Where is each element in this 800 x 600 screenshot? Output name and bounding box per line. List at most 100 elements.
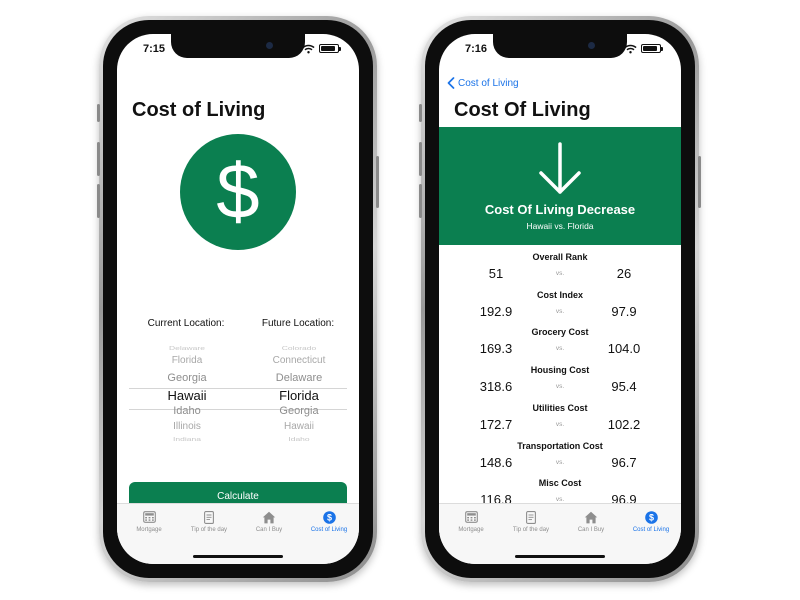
house-icon xyxy=(561,510,621,524)
battery-icon xyxy=(319,44,341,53)
picker-item[interactable]: Connecticut xyxy=(239,355,359,366)
future-location-label: Future Location: xyxy=(261,318,335,329)
tab-mortgage[interactable]: Mortgage xyxy=(441,510,501,533)
stat-future-value: 95.4 xyxy=(611,379,637,395)
stat-vs-label: vs. xyxy=(555,345,565,353)
stat-current-value: 192.9 xyxy=(479,303,513,319)
stat-current-value: 51 xyxy=(488,266,504,281)
bezel: 7:16 Cost of Living Cost Of Living Cost … xyxy=(425,20,695,578)
current-location-picker[interactable]: Delaware Florida Georgia Hawaii Idaho Illinoi… xyxy=(127,342,247,450)
house-icon xyxy=(239,510,299,524)
tab-can-i-buy[interactable]: Can I Buy xyxy=(561,510,621,533)
svg-text:$: $ xyxy=(648,512,653,522)
tab-tip-of-the-day[interactable]: Tip of the day xyxy=(501,510,561,533)
volume-down-button xyxy=(419,184,422,218)
tab-can-i-buy[interactable]: Can I Buy xyxy=(239,510,299,533)
phone-frame-right: 7:16 Cost of Living Cost Of Living Cost … xyxy=(419,16,701,582)
picker-item[interactable]: Idaho xyxy=(127,405,247,417)
current-location-label: Current Location: xyxy=(147,318,225,329)
tab-cost-of-living[interactable]: $ Cost of Living xyxy=(299,510,359,533)
volume-up-button xyxy=(97,142,100,176)
stat-label: Transportation Cost xyxy=(517,440,603,451)
stat-row: 169.3 vs. 104.0 xyxy=(439,341,681,357)
tab-label: Mortgage xyxy=(136,527,162,533)
tab-tip-of-the-day[interactable]: Tip of the day xyxy=(179,510,239,533)
tab-label: Tip of the day xyxy=(190,527,228,533)
tab-label: Can I Buy xyxy=(255,527,283,533)
back-button[interactable]: Cost of Living xyxy=(447,77,519,89)
camera-icon xyxy=(266,42,273,49)
future-location-picker[interactable]: Colorado Connecticut Delaware Florida Georgi… xyxy=(239,342,359,450)
stat-current-value: 148.6 xyxy=(479,454,513,470)
stat-row: 172.7 vs. 102.2 xyxy=(439,417,681,433)
power-button xyxy=(376,156,379,208)
status-time: 7:16 xyxy=(465,43,488,55)
picker-item-selected[interactable]: Hawaii xyxy=(127,388,247,403)
picker-item[interactable]: Colorado xyxy=(239,345,359,351)
stat-row: 192.9 vs. 97.9 xyxy=(439,304,681,320)
stat-label: Grocery Cost xyxy=(531,327,589,338)
document-icon xyxy=(501,510,561,524)
tab-label: Cost of Living xyxy=(632,527,670,533)
stat-vs-label: vs. xyxy=(555,383,565,391)
mute-switch xyxy=(97,104,100,122)
screen-cost-of-living-calculator: 7:15 Cost of Living $ Current Location: … xyxy=(117,34,359,564)
volume-up-button xyxy=(419,142,422,176)
stat-label: Misc Cost xyxy=(538,478,582,489)
stat-future-value: 97.9 xyxy=(611,303,637,319)
status-time: 7:15 xyxy=(143,43,166,55)
stat-future-value: 102.2 xyxy=(607,416,641,432)
status-icons xyxy=(302,43,341,54)
bezel: 7:15 Cost of Living $ Current Location: … xyxy=(103,20,373,578)
stat-vs-label: vs. xyxy=(555,420,565,428)
tab-mortgage[interactable]: Mortgage xyxy=(119,510,179,533)
svg-text:$: $ xyxy=(326,512,331,522)
tab-label: Can I Buy xyxy=(577,527,605,533)
picker-item[interactable]: Idaho xyxy=(239,436,359,442)
stat-future-value: 104.0 xyxy=(607,341,641,357)
battery-icon xyxy=(641,44,663,53)
tab-label: Cost of Living xyxy=(310,527,348,533)
picker-item[interactable]: Illinois xyxy=(127,421,247,432)
document-icon xyxy=(179,510,239,524)
home-indicator[interactable] xyxy=(193,555,283,558)
banner-title: Cost Of Living Decrease xyxy=(484,202,636,217)
dollar-icon: $ xyxy=(621,510,681,524)
svg-text:$: $ xyxy=(216,152,259,232)
picker-item[interactable]: Indiana xyxy=(127,436,247,442)
stat-label: Housing Cost xyxy=(530,365,590,376)
power-button xyxy=(698,156,701,208)
arrow-down-icon xyxy=(539,142,581,194)
back-label: Cost of Living xyxy=(458,77,519,89)
stat-current-value: 169.3 xyxy=(479,341,513,357)
stat-current-value: 172.7 xyxy=(479,416,513,432)
status-icons xyxy=(624,43,663,54)
tab-cost-of-living[interactable]: $ Cost of Living xyxy=(621,510,681,533)
picker-item[interactable]: Georgia xyxy=(127,372,247,384)
stat-vs-label: vs. xyxy=(555,458,565,466)
stat-label: Utilities Cost xyxy=(532,402,588,413)
volume-down-button xyxy=(97,184,100,218)
picker-item[interactable]: Delaware xyxy=(239,372,359,384)
picker-item[interactable]: Hawaii xyxy=(239,421,359,432)
page-title: Cost Of Living xyxy=(454,99,591,121)
picker-item[interactable]: Florida xyxy=(127,355,247,366)
notch xyxy=(493,34,627,58)
tab-label: Mortgage xyxy=(458,527,484,533)
phone-frame-left: 7:15 Cost of Living $ Current Location: … xyxy=(97,16,379,582)
picker-item-selected[interactable]: Florida xyxy=(239,388,359,403)
tab-label: Tip of the day xyxy=(512,527,550,533)
picker-item[interactable]: Georgia xyxy=(239,405,359,417)
dollar-icon: $ xyxy=(299,510,359,524)
stat-row: 148.6 vs. 96.7 xyxy=(439,455,681,471)
screen-cost-of-living-results: 7:16 Cost of Living Cost Of Living Cost … xyxy=(439,34,681,564)
stat-vs-label: vs. xyxy=(555,307,565,315)
chevron-left-icon xyxy=(447,77,455,89)
stat-label: Cost Index xyxy=(536,289,583,300)
picker-item[interactable]: Delaware xyxy=(127,345,247,351)
stat-future-value: 26 xyxy=(616,266,632,281)
stat-row: 51 vs. 26 xyxy=(439,266,681,282)
calculator-icon xyxy=(119,510,179,524)
home-indicator[interactable] xyxy=(515,555,605,558)
notch xyxy=(171,34,305,58)
